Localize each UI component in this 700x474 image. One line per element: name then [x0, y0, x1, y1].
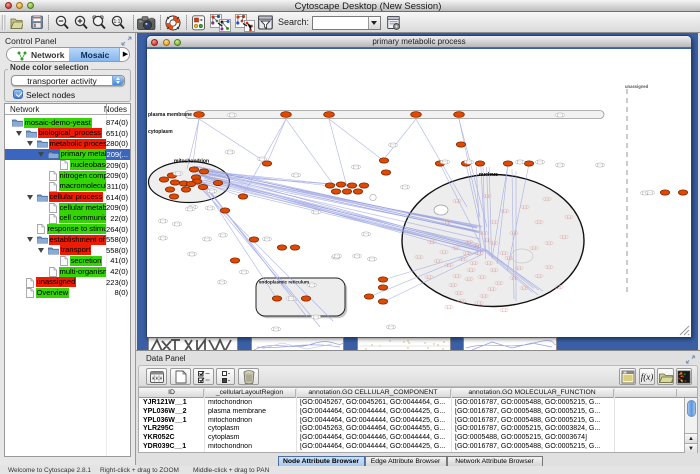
- svg-text:endoplasmic reticulum: endoplasmic reticulum: [259, 280, 309, 285]
- svg-text:[··]: [··]: [430, 240, 434, 244]
- svg-text:[··]: [··]: [537, 274, 541, 278]
- svg-text:[···]: [···]: [335, 254, 340, 258]
- svg-text:[··]: [··]: [475, 244, 479, 248]
- svg-text:[··]: [··]: [547, 265, 551, 269]
- svg-text:[··]: [··]: [545, 197, 549, 201]
- svg-text:[···]: [···]: [558, 113, 563, 117]
- svg-text:[··]: [··]: [455, 199, 459, 203]
- svg-text:[··]: [··]: [460, 299, 464, 303]
- svg-text:[··]: [··]: [447, 305, 451, 309]
- svg-text:[···]: [···]: [221, 233, 226, 237]
- svg-text:[···]: [···]: [310, 283, 315, 287]
- svg-text:[··]: [··]: [503, 209, 507, 213]
- svg-text:[··]: [··]: [472, 261, 476, 265]
- svg-text:[··]: [··]: [522, 286, 526, 290]
- svg-text:[··]: [··]: [427, 275, 431, 279]
- svg-text:plasma membrane: plasma membrane: [148, 112, 192, 118]
- svg-text:[···]: [···]: [391, 143, 396, 147]
- svg-text:[··]: [··]: [469, 268, 473, 272]
- svg-text:[··]: [··]: [567, 215, 571, 219]
- svg-text:[··]: [··]: [447, 263, 451, 267]
- svg-text:[···]: [···]: [467, 160, 472, 164]
- svg-text:[···]: [···]: [161, 219, 166, 223]
- svg-text:[··]: [··]: [457, 291, 461, 295]
- svg-text:[··]: [··]: [451, 283, 455, 287]
- svg-text:[··]: [··]: [532, 246, 536, 250]
- svg-text:[···]: [···]: [648, 191, 653, 195]
- svg-text:[···]: [···]: [190, 252, 195, 256]
- svg-text:[···]: [···]: [205, 237, 210, 241]
- svg-text:[···]: [···]: [354, 165, 359, 169]
- svg-text:[··]: [··]: [461, 257, 465, 261]
- svg-text:[···]: [···]: [175, 222, 180, 226]
- svg-text:[··]: [··]: [497, 281, 501, 285]
- svg-text:1:1: 1:1: [114, 19, 121, 25]
- svg-text:[··]: [··]: [454, 246, 458, 250]
- svg-text:[··]: [··]: [492, 220, 496, 224]
- svg-text:[···]: [···]: [188, 207, 193, 211]
- svg-text:[··]: [··]: [557, 285, 561, 289]
- svg-text:[··]: [··]: [517, 266, 521, 270]
- svg-text:[··]: [··]: [455, 274, 459, 278]
- svg-text:[··]: [··]: [417, 255, 421, 259]
- svg-text:[···]: [···]: [538, 160, 543, 164]
- svg-text:unassigned: unassigned: [625, 84, 649, 89]
- svg-text:mitochondrion: mitochondrion: [174, 159, 209, 165]
- svg-text:[···]: [···]: [265, 237, 270, 241]
- svg-text:[··]: [··]: [467, 277, 471, 281]
- svg-text:[···]: [···]: [230, 113, 235, 117]
- svg-text:[···]: [···]: [355, 254, 360, 258]
- svg-text:[··]: [··]: [485, 194, 489, 198]
- svg-text:[···]: [···]: [210, 189, 215, 193]
- svg-text:[··]: [··]: [477, 301, 481, 305]
- svg-text:[··]: [··]: [480, 275, 484, 279]
- svg-text:[···]: [···]: [208, 206, 213, 210]
- svg-text:[···]: [···]: [176, 172, 181, 176]
- svg-text:[··]: [··]: [512, 231, 516, 235]
- svg-text:[···]: [···]: [518, 160, 523, 164]
- svg-text:[···]: [···]: [370, 257, 375, 261]
- svg-text:[··]: [··]: [482, 294, 486, 298]
- svg-text:[···]: [···]: [443, 160, 448, 164]
- svg-text:[··]: [··]: [512, 276, 516, 280]
- svg-text:[···]: [···]: [242, 270, 247, 274]
- svg-text:nucleus: nucleus: [479, 172, 498, 178]
- svg-text:[··]: [··]: [507, 256, 511, 260]
- svg-text:[··]: [··]: [547, 241, 551, 245]
- svg-text:[··]: [··]: [445, 220, 449, 224]
- svg-text:cytoplasm: cytoplasm: [148, 129, 173, 135]
- svg-text:[··]: [··]: [485, 238, 489, 242]
- svg-text:[···]: [···]: [220, 280, 225, 284]
- svg-text:[··]: [··]: [465, 251, 469, 255]
- svg-text:[···]: [···]: [161, 236, 166, 240]
- svg-text:[···]: [···]: [403, 185, 408, 189]
- svg-text:[···]: [···]: [274, 327, 279, 331]
- svg-text:[···]: [···]: [314, 210, 319, 214]
- svg-text:[···]: [···]: [260, 157, 265, 161]
- svg-text:f(x): f(x): [641, 372, 654, 382]
- svg-text:[··]: [··]: [523, 205, 527, 209]
- svg-text:[··]: [··]: [442, 250, 446, 254]
- svg-text:[··]: [··]: [492, 241, 496, 245]
- svg-text:[··]: [··]: [562, 235, 566, 239]
- svg-text:[··]: [··]: [502, 308, 506, 312]
- svg-text:[···]: [···]: [364, 232, 369, 236]
- svg-text:[···]: [···]: [558, 163, 563, 167]
- svg-text:[···]: [···]: [598, 163, 603, 167]
- svg-text:[··]: [··]: [436, 259, 440, 263]
- svg-text:[··]: [··]: [477, 251, 481, 255]
- svg-text:[··]: [··]: [490, 287, 494, 291]
- svg-text:[··]: [··]: [492, 268, 496, 272]
- svg-text:[··]: [··]: [467, 240, 471, 244]
- svg-text:[···]: [···]: [294, 173, 299, 177]
- svg-text:[···]: [···]: [389, 325, 394, 329]
- svg-text:[··]: [··]: [537, 220, 541, 224]
- svg-text:[··]: [··]: [502, 251, 506, 255]
- svg-text:[··]: [··]: [487, 261, 491, 265]
- svg-text:[···]: [···]: [228, 150, 233, 154]
- svg-text:[···]: [···]: [289, 297, 294, 301]
- svg-text:[··]: [··]: [482, 231, 486, 235]
- svg-text:[···]: [···]: [314, 315, 319, 319]
